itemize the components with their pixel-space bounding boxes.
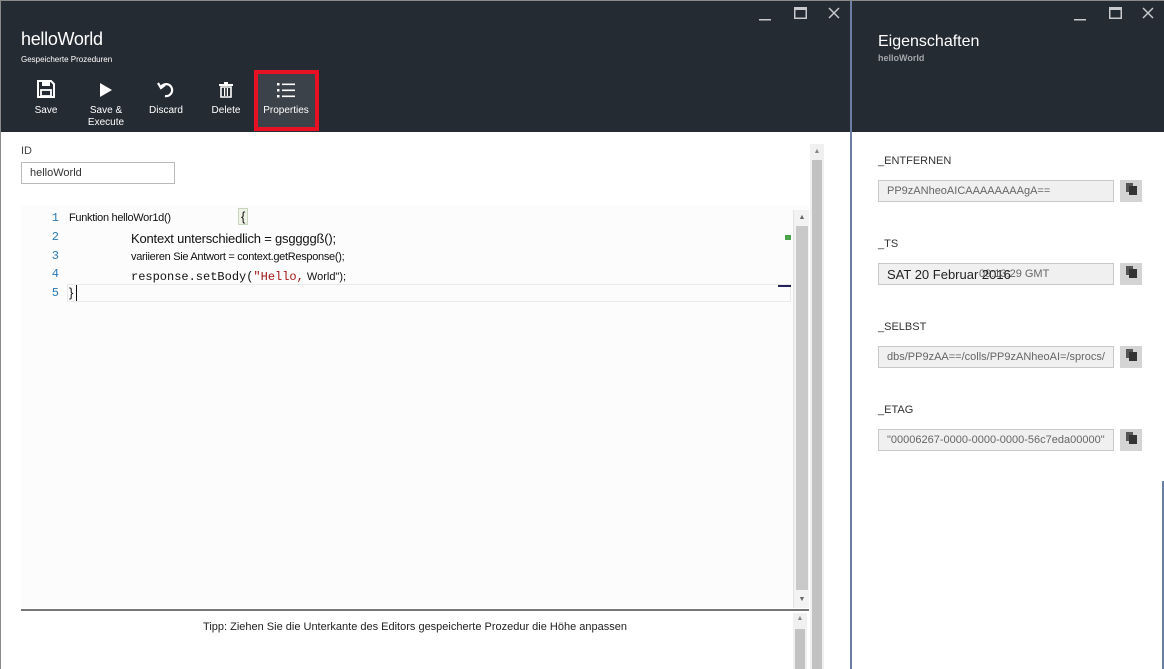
code-line-3: variieren Sie Antwort = context.getRespo… (131, 251, 345, 263)
save-button[interactable]: Save (16, 73, 76, 129)
delete-label: Delete (211, 105, 241, 116)
property-value-ts[interactable]: 09:13:29 GMT SAT 20 Februar 2016 (878, 263, 1114, 285)
maximize-icon[interactable] (791, 7, 809, 19)
save-execute-button[interactable]: Save & Execute (76, 73, 136, 129)
properties-button[interactable]: Properties (256, 73, 316, 129)
scroll-down-icon[interactable]: ▼ (794, 596, 810, 603)
discard-button[interactable]: Discard (136, 73, 196, 129)
resize-tip: Tipp: Ziehen Sie die Unterkante des Edit… (203, 621, 627, 633)
copy-icon (1125, 431, 1138, 450)
code-line-4-string: "Hello, (253, 270, 304, 284)
line-number: 1 (51, 211, 59, 225)
current-line-highlight (67, 284, 791, 302)
copy-ts-button[interactable] (1120, 263, 1142, 285)
code-line-4: response.setBody("Hello, World"); (131, 267, 346, 285)
property-label-rid: _ENTFERNEN (878, 155, 952, 167)
list-icon (277, 82, 295, 101)
editor-scrollbar[interactable]: ▲ ▼ (793, 210, 809, 608)
maximize-icon[interactable] (1106, 7, 1124, 19)
save-execute-label-2: Execute (87, 117, 125, 128)
property-label-etag: _ETAG (878, 404, 914, 416)
property-value-etag[interactable]: "00006267-0000-0000-0000-56c7eda00000" (878, 429, 1114, 451)
text-caret (76, 285, 77, 301)
lower-scroll-thumb[interactable] (795, 629, 805, 669)
property-value-rid[interactable]: PP9zANheoAICAAAAAAAAgA== (878, 180, 1114, 202)
copy-icon (1125, 182, 1138, 201)
property-value-self[interactable]: dbs/PP9zAA==/colls/PP9zANheoAI=/sprocs/ (878, 346, 1114, 368)
play-icon (99, 82, 113, 101)
code-line-4-rest: World"); (306, 271, 347, 283)
properties-label: Properties (263, 105, 309, 116)
blade-scroll-thumb[interactable] (812, 160, 822, 669)
editor-scroll-thumb[interactable] (796, 226, 808, 590)
blade-header: helloWorld Gespeicherte Prozeduren Save (1, 1, 850, 132)
properties-blade: Eigenschaften helloWorld _ENTFERNEN PP9z… (850, 1, 1164, 669)
discard-label: Discard (149, 105, 183, 116)
app-window: helloWorld Gespeicherte Prozeduren Save (0, 0, 1164, 669)
code-brace-open: { (238, 208, 249, 225)
property-label-self: _SELBST (878, 321, 927, 333)
id-label: ID (21, 145, 32, 157)
properties-header: Eigenschaften helloWorld (852, 1, 1164, 132)
line-number: 5 (51, 286, 59, 300)
properties-title: Eigenschaften (878, 33, 980, 50)
cursor-marker (778, 285, 791, 287)
delete-button[interactable]: Delete (196, 73, 256, 129)
undo-icon (157, 80, 175, 101)
copy-self-button[interactable] (1120, 346, 1142, 368)
copy-rid-button[interactable] (1120, 180, 1142, 202)
code-line-1: Funktion helloWor1d() (69, 212, 171, 224)
code-line-4-call: response.setBody( (131, 270, 254, 284)
id-input[interactable]: helloWorld (21, 162, 175, 184)
change-marker (785, 235, 791, 240)
blade-scrollbar[interactable]: ▲ (810, 144, 824, 669)
scroll-up-icon[interactable]: ▲ (812, 148, 822, 155)
scroll-up-icon[interactable]: ▲ (794, 214, 810, 221)
save-label: Save (34, 105, 58, 116)
lower-scrollbar[interactable]: ▲ (793, 613, 807, 669)
minimize-icon[interactable] (1071, 7, 1089, 21)
blade-subtitle: Gespeicherte Prozeduren (21, 55, 113, 64)
trash-icon (219, 82, 233, 101)
code-line-5: } (69, 285, 74, 300)
editor-resize-handle[interactable] (21, 609, 809, 611)
code-line-2: Kontext unterschiedlich = gsggggß(); (131, 231, 336, 246)
close-icon[interactable] (1139, 7, 1157, 19)
scroll-up-icon[interactable]: ▲ (795, 615, 805, 622)
copy-etag-button[interactable] (1120, 429, 1142, 451)
ts-date: SAT 20 Februar 2016 (887, 267, 1011, 282)
copy-icon (1125, 348, 1138, 367)
save-execute-label-1: Save & (89, 105, 123, 116)
copy-icon (1125, 265, 1138, 284)
close-icon[interactable] (825, 7, 843, 19)
line-number: 3 (51, 249, 59, 263)
property-label-ts: _TS (878, 238, 899, 250)
properties-subtitle: helloWorld (878, 53, 925, 63)
minimize-icon[interactable] (756, 7, 774, 21)
line-number: 4 (51, 267, 59, 281)
save-icon (37, 80, 55, 101)
blade-title: helloWorld (21, 29, 103, 49)
line-number: 2 (51, 230, 59, 244)
stored-procedure-blade: helloWorld Gespeicherte Prozeduren Save (1, 1, 850, 669)
code-editor[interactable]: 1 2 3 4 5 Funktion helloWor1d() { Kontex… (21, 206, 809, 608)
